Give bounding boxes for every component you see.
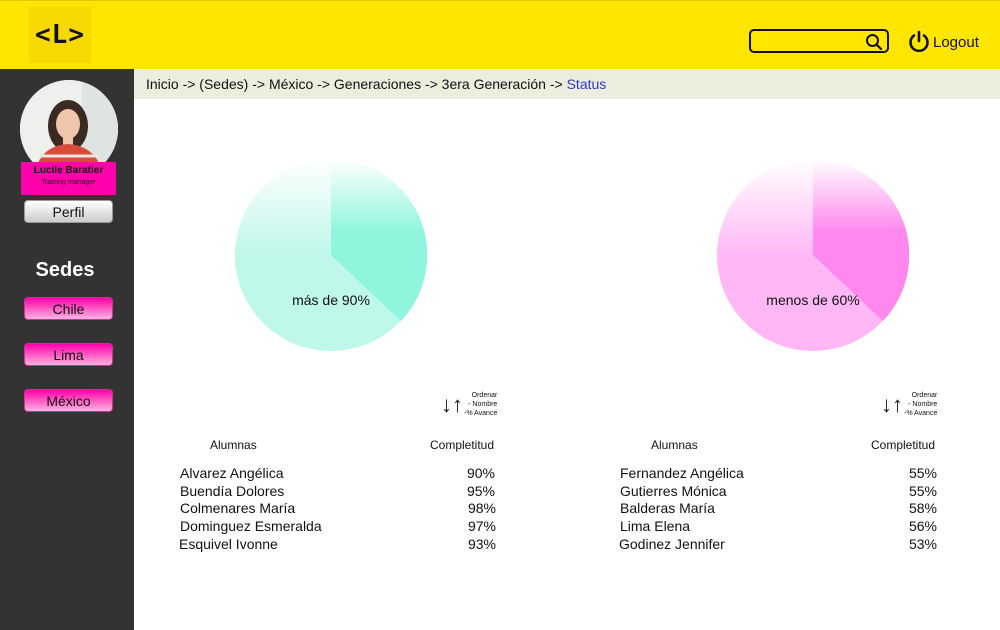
pie-label-low: menos de 60% [766,292,860,308]
student-completion: 98% [467,500,496,516]
sort-control-right[interactable]: ↓↑ Ordenar - Nombre -% Avance [881,391,937,418]
student-name[interactable]: Dominguez Esmeralda [180,518,322,534]
breadcrumb-current[interactable]: Status [567,76,607,92]
student-completion: 97% [467,518,496,534]
student-name[interactable]: Balderas María [620,500,715,516]
logout-button[interactable]: Logout [907,29,979,55]
sort-option-progress[interactable]: -% Avance [464,409,497,418]
student-completion: 55% [908,465,937,481]
student-name[interactable]: Buendía Dolores [180,483,284,499]
search-box[interactable] [749,29,889,53]
sede-chile-button[interactable]: Chile [24,297,113,320]
breadcrumb-trail[interactable]: Inicio -> (Sedes) -> México -> Generacio… [146,76,567,92]
sort-option-name[interactable]: - Nombre [464,400,497,409]
sede-mexico-button[interactable]: México [24,389,113,412]
logout-label: Logout [933,33,979,51]
student-name[interactable]: Fernandez Angélica [620,465,744,481]
search-input[interactable] [755,33,863,51]
sort-title: Ordenar [911,392,938,399]
student-completion: 56% [908,518,937,534]
pie-chart-high: más de 90% [235,158,428,351]
logo[interactable]: <L> [29,7,91,63]
sort-option-name[interactable]: - Nombre [904,400,937,409]
user-role: Training manager [41,179,96,186]
breadcrumb: Inicio -> (Sedes) -> México -> Generacio… [134,69,1000,99]
student-name[interactable]: Colmenares María [180,500,295,516]
column-header-name: Alumnas [651,438,698,452]
pie-label-high: más de 90% [292,292,370,308]
pie-chart-low: menos de 60% [717,158,910,351]
student-completion: 90% [466,465,495,481]
sort-arrows-icon: ↓↑ [881,391,903,417]
sort-title: Ordenar [471,392,498,399]
profile-button[interactable]: Perfil [24,200,113,223]
search-icon[interactable] [865,33,883,51]
student-completion: 55% [908,483,937,499]
student-name[interactable]: Godinez Jennifer [619,536,725,552]
student-name[interactable]: Gutierres Mónica [620,483,727,499]
user-name: Lucile Baratier [33,165,104,176]
student-completion: 95% [466,483,495,499]
student-completion: 93% [467,536,496,552]
sedes-heading: Sedes [35,259,95,281]
student-name[interactable]: Esquivel Ivonne [179,536,278,552]
user-name-card: Lucile Baratier Training manager [21,162,116,195]
student-completion: 58% [908,500,937,516]
column-header-completion: Completitud [871,438,936,452]
sidebar: Lucile Baratier Training manager Perfil … [0,69,134,630]
student-completion: 53% [908,536,937,552]
student-name[interactable]: Lima Elena [620,518,690,534]
sort-control-left[interactable]: ↓↑ Ordenar - Nombre -% Avance [441,391,497,418]
power-icon [909,30,929,53]
column-header-name: Alumnas [210,438,257,452]
sort-option-progress[interactable]: -% Avance [904,409,937,418]
column-header-completion: Completitud [430,438,495,452]
sort-arrows-icon: ↓↑ [441,391,463,417]
student-name[interactable]: Alvarez Angélica [180,465,284,481]
sede-lima-button[interactable]: Lima [24,343,113,366]
top-bar: <L> Logout [0,0,1000,69]
